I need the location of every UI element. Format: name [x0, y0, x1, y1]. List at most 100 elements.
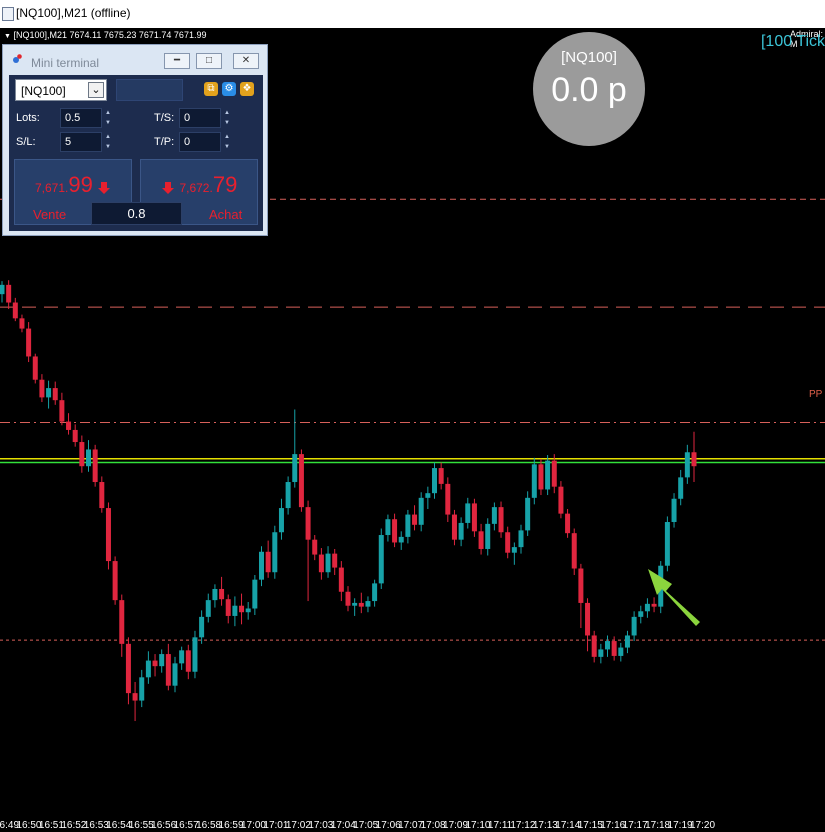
candle-body: [358, 602, 364, 607]
candle: [578, 563, 584, 629]
minimize-button[interactable]: ━: [164, 53, 190, 69]
time-tick-label: 17:20: [690, 820, 715, 831]
symbol-select[interactable]: [NQ100] ⌄: [15, 79, 107, 101]
tp-spinner[interactable]: ▲ ▼: [222, 132, 232, 152]
candle-body: [531, 464, 537, 498]
tp-field[interactable]: 0: [179, 132, 221, 152]
candle: [298, 449, 304, 512]
candle-body: [585, 602, 591, 636]
candle-body: [505, 532, 511, 553]
candle-body: [438, 468, 444, 484]
gear-icon[interactable]: ⚙: [222, 82, 236, 96]
candle-body: [385, 519, 391, 536]
candle: [32, 353, 38, 384]
candle-body: [578, 568, 584, 603]
candle-body: [591, 635, 597, 657]
candle-body: [624, 635, 630, 648]
candle: [219, 576, 225, 606]
ts-field[interactable]: 0: [179, 108, 221, 128]
candle-body: [19, 318, 25, 329]
lots-label: Lots:: [16, 112, 40, 124]
candle: [458, 517, 464, 547]
candle: [119, 594, 125, 657]
candle: [425, 486, 431, 509]
mini-terminal-title: Mini terminal: [31, 56, 100, 70]
lots-value: 0.5: [65, 112, 81, 124]
candle: [245, 601, 251, 620]
candle: [59, 392, 65, 426]
buy-price-prefix: 7,672.: [179, 181, 213, 195]
candle-body: [32, 356, 38, 380]
copy-icon[interactable]: ⧉: [204, 82, 218, 96]
candle-body: [684, 452, 690, 478]
candle-body: [199, 616, 205, 638]
candle: [305, 500, 311, 602]
candle: [125, 637, 131, 705]
candle-body: [478, 531, 484, 549]
candle-body: [412, 514, 418, 525]
symbol-info-field: [116, 79, 183, 101]
candle-body: [132, 693, 138, 701]
candle: [132, 681, 138, 722]
candle-body: [39, 379, 45, 398]
candle-body: [691, 452, 697, 467]
candle-body: [212, 588, 218, 601]
candle: [285, 476, 291, 515]
candle-body: [338, 567, 344, 592]
candle-body: [46, 388, 52, 398]
candle: [671, 493, 677, 528]
candle: [631, 611, 637, 642]
candle: [432, 462, 437, 499]
maximize-button[interactable]: □: [196, 53, 222, 69]
candle-body: [671, 498, 677, 523]
candle-body: [79, 442, 85, 467]
bubble-symbol: [NQ100]: [561, 49, 617, 66]
time-tick-label: 17:11: [488, 820, 513, 831]
candle-body: [365, 601, 371, 607]
candle: [525, 491, 531, 536]
options-icon[interactable]: ❖: [240, 82, 254, 96]
candle: [651, 597, 657, 613]
candle: [365, 596, 371, 613]
candle: [591, 630, 597, 663]
chevron-down-icon[interactable]: ⌄: [88, 82, 104, 98]
candle-body: [205, 600, 211, 617]
candle: [159, 649, 165, 673]
candle-body: [112, 561, 118, 601]
close-button[interactable]: ✕: [233, 53, 259, 69]
candle: [538, 458, 544, 496]
candle-body: [179, 650, 185, 664]
candle: [192, 630, 198, 679]
candle: [185, 644, 191, 680]
candle: [664, 516, 670, 572]
candle-body: [378, 535, 384, 584]
tp-value: 0: [184, 136, 191, 148]
candle-body: [86, 449, 91, 467]
pivot-label: PP: [809, 389, 823, 400]
candle-body: [618, 647, 624, 656]
candle: [405, 509, 411, 544]
mini-terminal-header[interactable]: Mini terminal ━ □ ✕: [3, 45, 267, 73]
candle-body: [651, 603, 657, 607]
collapse-triangle-icon[interactable]: ▼: [4, 33, 11, 40]
candle: [345, 586, 351, 612]
candle-body: [405, 514, 411, 537]
candle-body: [252, 579, 258, 609]
candle-body: [498, 507, 504, 533]
candle: [551, 454, 557, 494]
candle: [518, 524, 524, 554]
lots-spinner[interactable]: ▲ ▼: [103, 108, 113, 128]
ts-spinner[interactable]: ▲ ▼: [222, 108, 232, 128]
lots-field[interactable]: 0.5: [60, 108, 102, 128]
sell-arrow-icon: [98, 181, 111, 194]
candle-body: [644, 603, 650, 612]
candle-body: [272, 532, 278, 573]
sl-field[interactable]: 5: [60, 132, 102, 152]
candle-body: [245, 608, 251, 613]
candle: [498, 501, 504, 538]
candle-body: [259, 551, 264, 580]
candle-body: [465, 503, 471, 523]
sl-spinner[interactable]: ▲ ▼: [103, 132, 113, 152]
candle: [358, 592, 364, 614]
candle: [239, 593, 245, 625]
